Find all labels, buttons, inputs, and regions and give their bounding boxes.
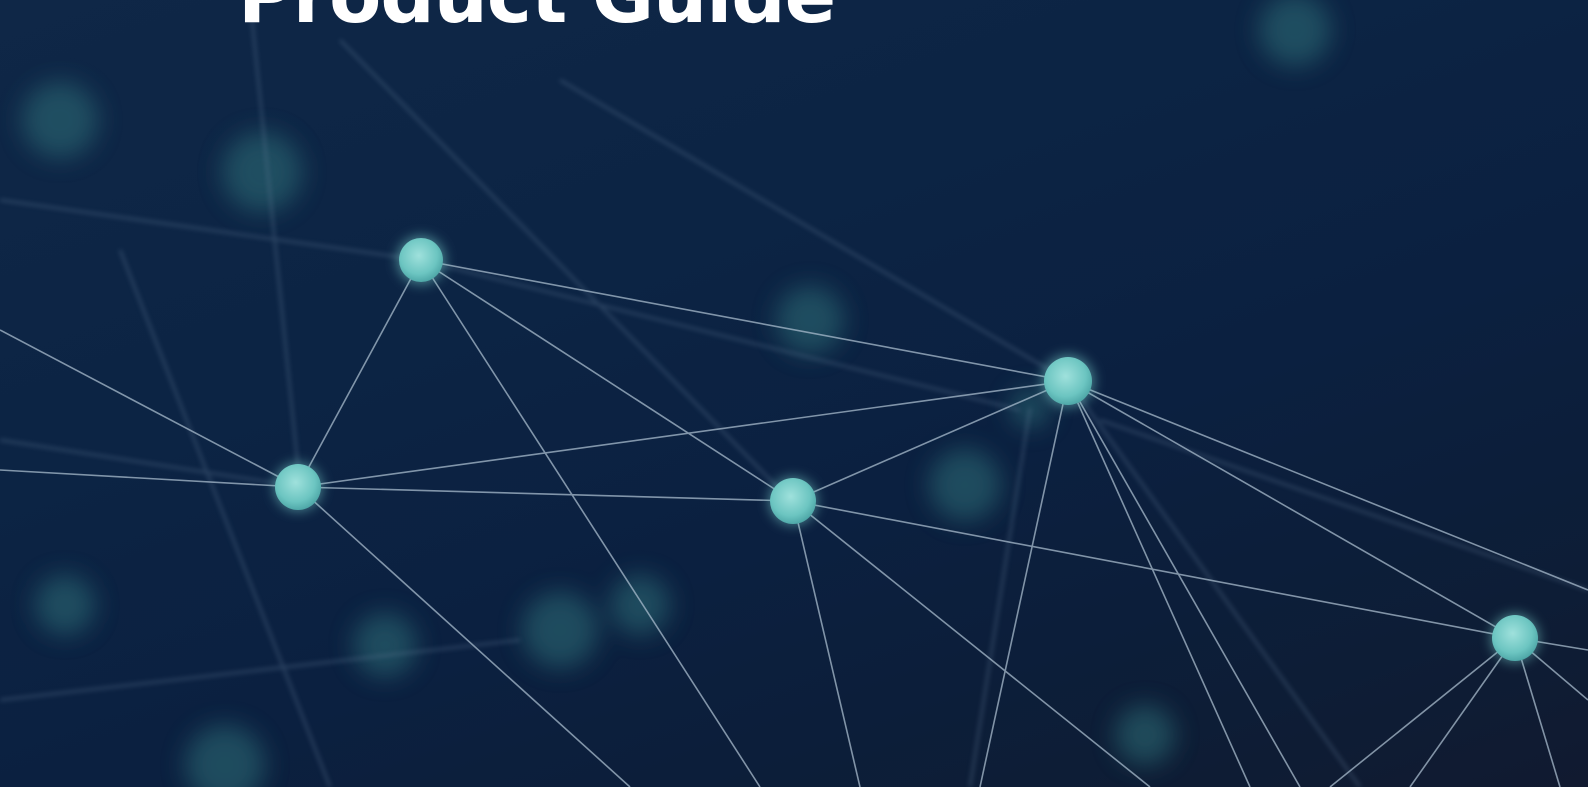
hero-banner: Product Guide (0, 0, 1588, 787)
network-node (770, 478, 816, 524)
page-title: Product Guide (238, 0, 836, 34)
network-node (1492, 615, 1538, 661)
background-lines (0, 0, 1588, 787)
network-graphic (0, 0, 1588, 787)
network-nodes (275, 238, 1538, 661)
network-node (1044, 357, 1092, 405)
network-node (399, 238, 443, 282)
node-glow (274, 236, 1539, 662)
bokeh-dots (22, 0, 1331, 787)
network-node (275, 464, 321, 510)
